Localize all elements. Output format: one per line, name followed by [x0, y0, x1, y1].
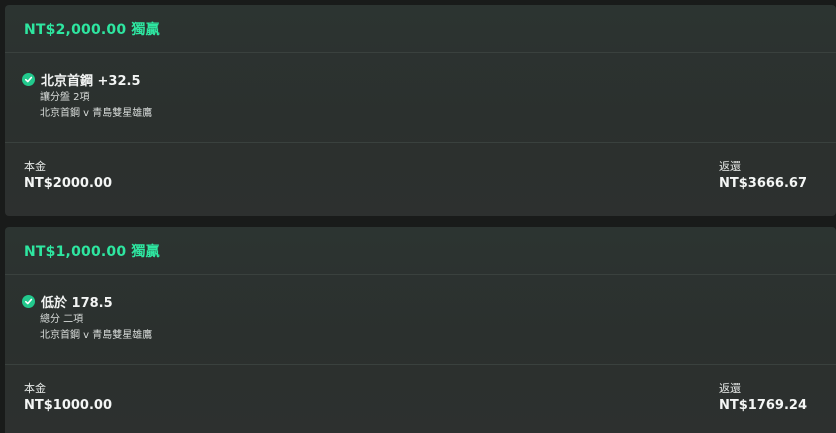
match-name: 北京首鋼 v 青島雙星雄鷹 — [40, 330, 153, 341]
return-label: 返還 — [719, 160, 741, 173]
return-value: NT$3666.67 — [719, 176, 808, 191]
check-circle-icon — [22, 294, 35, 308]
selection-name: 低於 178.5 — [41, 295, 113, 311]
selection-line: 低於 178.5 — [22, 291, 836, 311]
stake-label: 本金 — [24, 160, 46, 173]
bet-title: NT$2,000.00 獨贏 — [24, 21, 160, 38]
market-name: 總分 二項 — [40, 314, 84, 325]
stake-value: NT$2000.00 — [24, 176, 113, 191]
market-name: 讓分盤 2項 — [40, 92, 90, 103]
bet-summary: 本金 NT$1000.00 返還 NT$1769.24 — [5, 365, 836, 433]
match-name: 北京首鋼 v 青島雙星雄鷹 — [40, 108, 153, 119]
bet-selection-block: 低於 178.5 總分 二項 北京首鋼 v 青島雙星雄鷹 — [5, 275, 836, 365]
return-value: NT$1769.24 — [719, 398, 808, 413]
bet-title: NT$1,000.00 獨贏 — [24, 243, 160, 260]
selection-name: 北京首鋼 +32.5 — [41, 73, 141, 89]
bet-card-header: NT$1,000.00 獨贏 — [5, 227, 836, 275]
bet-summary: 本金 NT$2000.00 返還 NT$3666.67 — [5, 143, 836, 213]
selection-line: 北京首鋼 +32.5 — [22, 69, 836, 89]
bet-card[interactable]: NT$2,000.00 獨贏 北京首鋼 +32.5 讓分盤 2項 北京首鋼 v … — [5, 5, 836, 216]
return-label: 返還 — [719, 382, 741, 395]
check-circle-icon — [22, 72, 35, 86]
bet-card[interactable]: NT$1,000.00 獨贏 低於 178.5 總分 二項 北京首鋼 v 青島雙… — [5, 227, 836, 433]
bet-history-list: NT$2,000.00 獨贏 北京首鋼 +32.5 讓分盤 2項 北京首鋼 v … — [0, 0, 836, 433]
bet-card-header: NT$2,000.00 獨贏 — [5, 5, 836, 53]
stake-value: NT$1000.00 — [24, 398, 113, 413]
bet-selection-block: 北京首鋼 +32.5 讓分盤 2項 北京首鋼 v 青島雙星雄鷹 — [5, 53, 836, 143]
stake-label: 本金 — [24, 382, 46, 395]
